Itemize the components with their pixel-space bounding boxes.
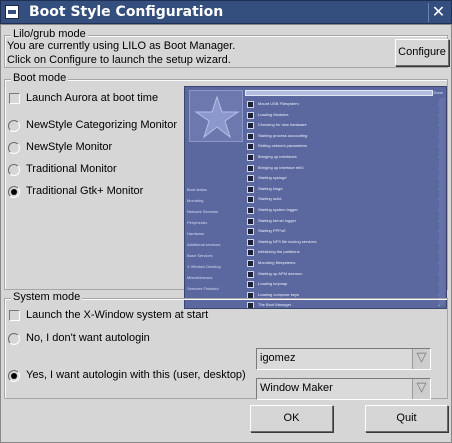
service-icon <box>247 281 254 289</box>
close-icon[interactable]: ✕ <box>428 3 448 22</box>
service-icon <box>247 122 254 130</box>
dialog-body: Lilo/grub mode You are currently using L… <box>0 24 452 443</box>
ok-button[interactable]: OK <box>250 405 333 432</box>
preview-side-item: Miscellaneous <box>187 275 213 280</box>
preview-side-item: Services Finished <box>187 286 219 291</box>
aurora-star-logo <box>189 90 243 142</box>
service-icon <box>247 132 254 140</box>
system-group-title: System mode <box>11 291 83 303</box>
radio-yes-autologin-label[interactable]: Yes, I want autologin with this (user, d… <box>26 369 246 381</box>
preview-row-label: Starting PPPoE <box>258 228 286 234</box>
lilo-group-title: Lilo/grub mode <box>11 28 88 40</box>
preview-side-item: Boot status <box>187 187 208 192</box>
preview-row-label: Loading compose keys <box>258 291 299 297</box>
preview-row-label: Loading keymap <box>258 281 288 287</box>
preview-row-label: Bringing up interface eth0 <box>258 164 304 170</box>
preview-side-item: Mounting <box>187 198 204 203</box>
preview-progress-bar <box>245 90 433 96</box>
preview-row-label: Mounting filesystems <box>258 260 296 265</box>
radio-no-autologin[interactable] <box>8 333 20 345</box>
service-icon <box>247 111 254 119</box>
launch-x-label[interactable]: Launch the X-Window system at start <box>26 309 208 321</box>
service-icon <box>247 207 254 214</box>
user-combo-value: igomez <box>260 352 296 364</box>
service-icon <box>247 238 254 246</box>
preview-row-label: Starting kernel logger <box>258 217 297 223</box>
configure-button[interactable]: Configure <box>395 39 449 66</box>
window-menu-icon[interactable] <box>5 5 19 19</box>
service-icon <box>247 164 254 172</box>
preview-row-label: Setting network parameters <box>258 143 307 149</box>
preview-side-item: Additional services <box>187 242 221 247</box>
radio-newstyle-categorizing-label[interactable]: NewStyle Categorizing Monitor <box>26 119 177 131</box>
preview-row-label: Starting klogd <box>258 185 283 191</box>
service-icon <box>247 175 254 183</box>
service-icon <box>247 217 254 225</box>
radio-newstyle-categorizing[interactable] <box>8 120 20 132</box>
service-icon <box>247 185 254 193</box>
radio-no-autologin-label[interactable]: No, I don't want autologin <box>26 332 150 344</box>
radio-newstyle-monitor[interactable] <box>8 142 20 154</box>
preview-row-label: Bringing up interfaces <box>258 154 297 159</box>
window-title: Boot Style Configuration <box>29 4 224 20</box>
preview-row-label: Starting process accounting <box>258 132 308 138</box>
service-icon <box>247 228 254 236</box>
preview-row-label: Starting sshd <box>258 196 282 202</box>
preview-side-item: Network Services <box>187 209 219 214</box>
preview-row-label: Mount USB Filesystem <box>258 101 299 106</box>
preview-row-label: Starting NFS file locking services <box>258 238 317 244</box>
chevron-down-icon[interactable]: ▽ <box>412 379 430 399</box>
launch-aurora-checkbox[interactable] <box>9 93 20 104</box>
service-icon <box>247 143 254 151</box>
desktop-combo[interactable]: Window Maker ▽ <box>256 378 431 400</box>
desktop-combo-value: Window Maker <box>260 382 333 394</box>
preview-row-label: Starting syslogd <box>258 175 287 181</box>
radio-yes-autologin[interactable] <box>8 370 20 382</box>
preview-row-label: Starting system logger <box>258 207 298 212</box>
preview-side-list: Boot status Mounting Network Services Pe… <box>187 187 241 297</box>
preview-row-label: Loading Modules <box>258 111 289 117</box>
service-icon <box>247 249 254 257</box>
preview-row-label: Starting up APM daemon <box>258 270 303 276</box>
preview-status-label: Done <box>433 90 443 95</box>
service-icon <box>247 154 254 161</box>
radio-traditional-monitor-label[interactable]: Traditional Monitor <box>26 163 117 175</box>
preview-side-item: Hardware <box>187 231 205 236</box>
service-icon <box>247 270 254 278</box>
radio-traditional-gtk-monitor-label[interactable]: Traditional Gtk+ Monitor <box>26 185 143 197</box>
preview-row-label: Checking for new hardware <box>258 122 307 128</box>
chevron-down-icon[interactable]: ▽ <box>412 349 430 369</box>
launch-aurora-label[interactable]: Launch Aurora at boot time <box>26 92 158 104</box>
quit-button[interactable]: Quit <box>365 405 448 432</box>
lilo-info-line1: You are currently using LILO as Boot Man… <box>7 40 236 52</box>
service-icon <box>247 101 254 108</box>
radio-traditional-monitor[interactable] <box>8 164 20 176</box>
service-icon <box>247 260 254 267</box>
preview-row-label: Initializing the partitions <box>258 249 300 255</box>
service-icon <box>247 196 254 204</box>
preview-scrollbar <box>439 98 445 305</box>
preview-side-item: X Window Desktop <box>187 264 221 269</box>
star-icon <box>194 95 240 139</box>
launch-x-checkbox[interactable] <box>9 310 20 321</box>
boot-group-title: Boot mode <box>11 72 69 84</box>
lilo-info-line2: Click on Configure to launch the setup w… <box>7 54 231 66</box>
title-bar: Boot Style Configuration ✕ <box>0 0 452 24</box>
preview-side-item: Peripherals <box>187 220 208 225</box>
radio-newstyle-monitor-label[interactable]: NewStyle Monitor <box>26 141 112 153</box>
preview-side-item: Base Services <box>187 253 213 258</box>
radio-traditional-gtk-monitor[interactable] <box>8 186 20 198</box>
user-combo[interactable]: igomez ▽ <box>256 348 431 370</box>
boot-monitor-preview: Done Boot status Mounting Network Servic… <box>184 86 447 309</box>
